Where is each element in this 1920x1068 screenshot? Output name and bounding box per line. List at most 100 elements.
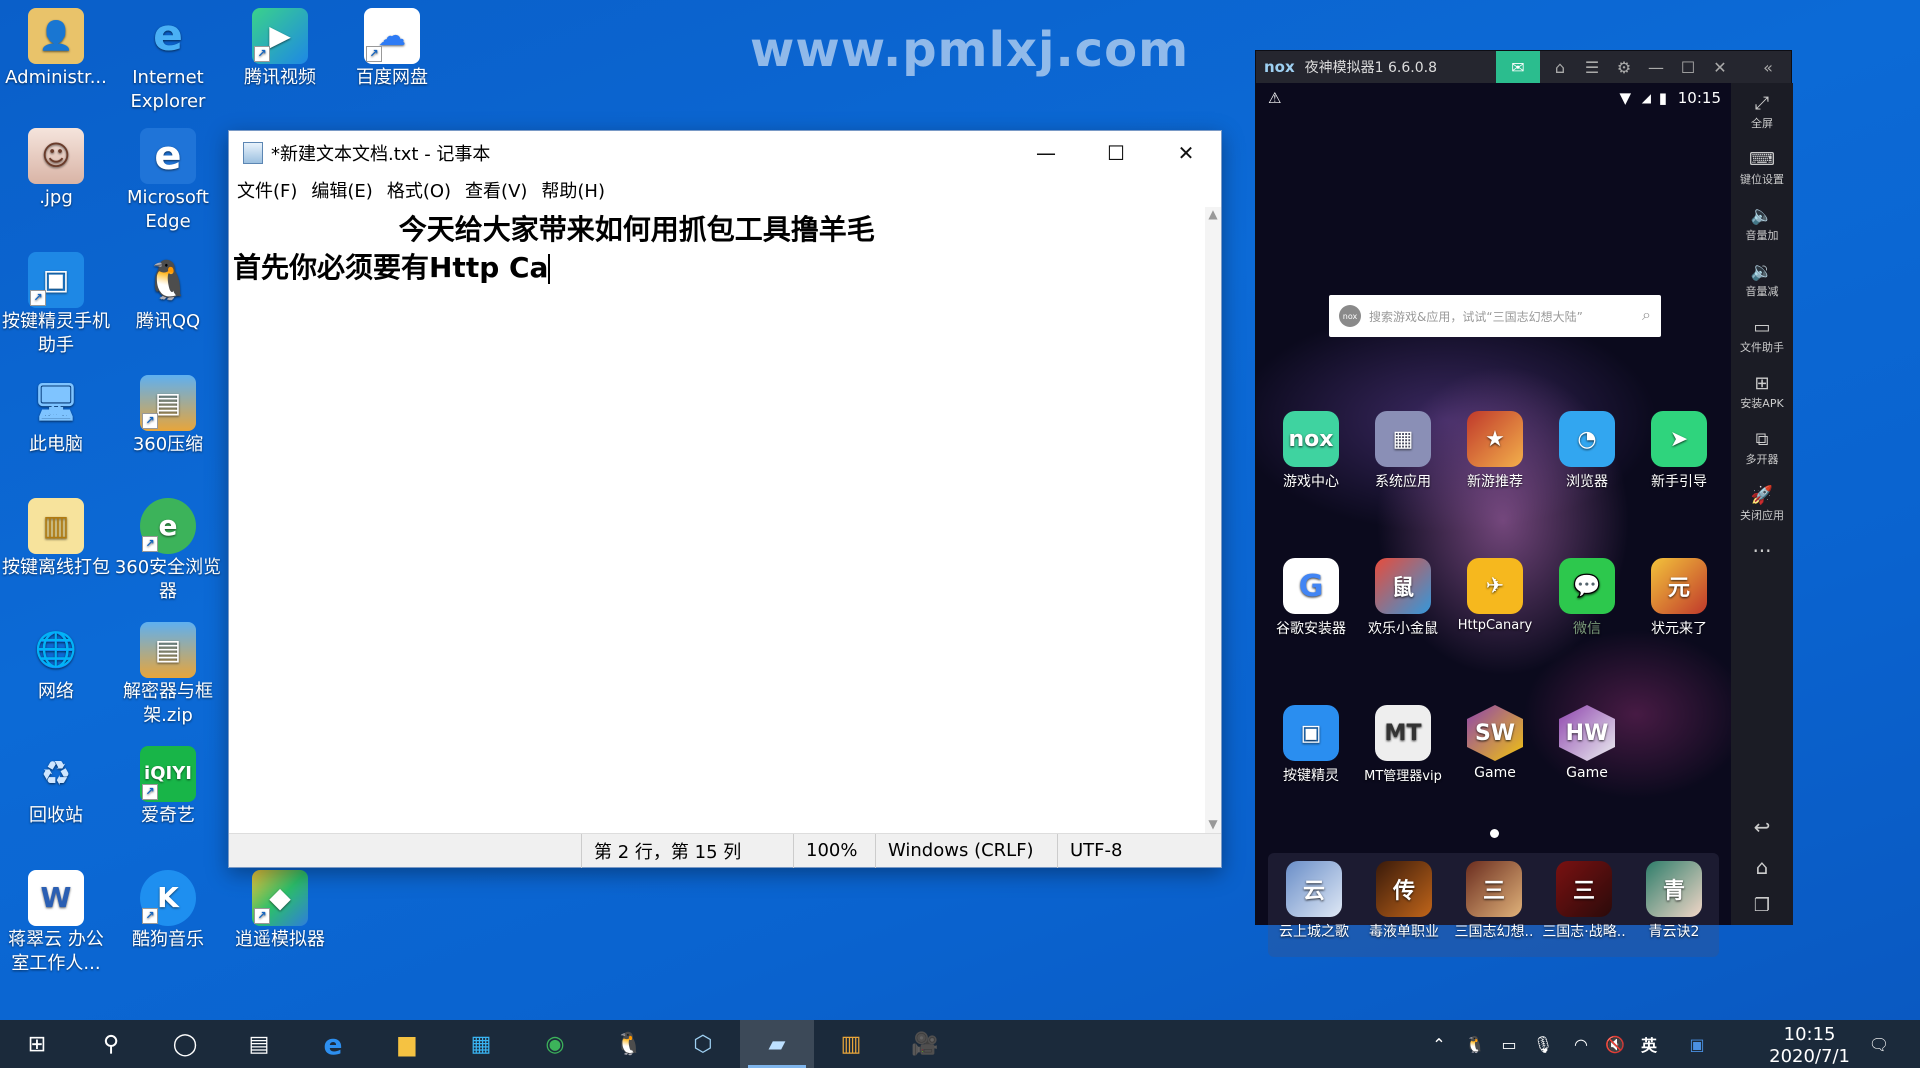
desktop-icon-kugou[interactable]: K ↗ 酷狗音乐 (112, 870, 224, 952)
qq-taskbar-icon[interactable]: 🐧 (592, 1020, 666, 1068)
nox-home-icon[interactable]: ⌂ (1544, 51, 1576, 83)
search-icon[interactable]: ⌕ (1642, 305, 1651, 325)
archive-taskbar-icon[interactable]: ▥ (814, 1020, 888, 1068)
nox-maximize-button[interactable]: ☐ (1672, 51, 1704, 83)
search-icon[interactable]: ⚲ (74, 1020, 148, 1068)
desktop-icon-memu[interactable]: ◆ ↗ 逍遥模拟器 (224, 870, 336, 952)
scroll-up-icon[interactable]: ▲ (1205, 207, 1221, 221)
side-close-app[interactable]: 🚀 关闭应用 (1731, 485, 1793, 523)
app-zhuangyuan[interactable]: 元 状元来了 (1633, 558, 1725, 638)
desktop-icon-tencent-video[interactable]: ▶ ↗ 腾讯视频 (224, 8, 336, 90)
dock-app-sanguo-huanxiang[interactable]: 三 三国志幻想.. (1448, 861, 1540, 941)
app-httpcanary[interactable]: ✈ HttpCanary (1449, 558, 1541, 633)
app-new-games[interactable]: ★ 新游推荐 (1449, 411, 1541, 491)
app-system-apps[interactable]: ▦ 系统应用 (1357, 411, 1449, 491)
file-explorer-icon[interactable]: ▆ (370, 1020, 444, 1068)
tray-mic-icon[interactable]: 🎙 (1528, 1020, 1558, 1068)
side-keymap[interactable]: ⌨ 键位设置 (1731, 149, 1793, 187)
tray-battery-icon[interactable]: ▭ (1494, 1020, 1524, 1068)
nox-menu-icon[interactable]: ☰ (1576, 51, 1608, 83)
edge-taskbar-icon[interactable]: e (296, 1020, 370, 1068)
menu-help[interactable]: 帮助(H) (541, 177, 605, 203)
desktop-icon-360browser[interactable]: e ↗ 360安全浏览器 (112, 498, 224, 604)
desktop-icon-zip[interactable]: ▤ 解密器与框架.zip (112, 622, 224, 728)
app-anjian[interactable]: ▣ 按键精灵 (1265, 705, 1357, 785)
app-golden-mouse[interactable]: 鼠 欢乐小金鼠 (1357, 558, 1449, 638)
dock-app-duye[interactable]: 传 毒液单职业 (1358, 861, 1450, 941)
desktop-icon-administrator[interactable]: 👤 Administr... (0, 8, 112, 90)
app-mt-manager[interactable]: MT MT管理器vip (1357, 705, 1449, 784)
menu-view[interactable]: 查看(V) (465, 177, 527, 203)
desktop-icon-ie[interactable]: e Internet Explorer (112, 8, 224, 114)
store-icon[interactable]: ▦ (444, 1020, 518, 1068)
close-button[interactable]: ✕ (1151, 131, 1221, 175)
nox-settings-icon[interactable]: ⚙ (1608, 51, 1640, 83)
nox-taskbar-icon[interactable]: ⬡ (666, 1020, 740, 1068)
app-beginner-guide[interactable]: ➤ 新手引导 (1633, 411, 1725, 491)
tray-wifi-icon[interactable]: ◠ (1566, 1020, 1596, 1068)
nox-close-button[interactable]: ✕ (1704, 51, 1736, 83)
notepad-titlebar[interactable]: *新建文本文档.txt - 记事本 — ☐ ✕ (229, 131, 1221, 175)
taskbar-clock[interactable]: 10:15 2020/7/1 (1769, 1024, 1850, 1068)
nox-mail-icon[interactable]: ✉ (1496, 51, 1540, 83)
desktop-icon-baidu[interactable]: ☁ ↗ 百度网盘 (336, 8, 448, 90)
side-file-helper[interactable]: ▭ 文件助手 (1731, 317, 1793, 355)
app-wechat[interactable]: 💬 微信 (1541, 558, 1633, 638)
desktop-icon-edge[interactable]: e Microsoft Edge (112, 128, 224, 234)
dock-app-sanguo-zhanlue[interactable]: 三 三国志·战略.. (1538, 861, 1630, 941)
camera-taskbar-icon[interactable]: 🎥 (888, 1020, 962, 1068)
360-browser-taskbar-icon[interactable]: ◉ (518, 1020, 592, 1068)
side-multi-instance[interactable]: ⧉ 多开器 (1731, 429, 1793, 467)
side-install-apk[interactable]: ⊞ 安装APK (1731, 373, 1793, 411)
nox-minimize-button[interactable]: — (1640, 51, 1672, 83)
desktop-icon-iqiyi[interactable]: iQIYI ↗ 爱奇艺 (112, 746, 224, 828)
notepad-taskbar-icon[interactable]: ▰ (740, 1020, 814, 1068)
desktop-icon-anjian-phone[interactable]: ▣ ↗ 按键精灵手机助手 (0, 252, 112, 358)
menu-file[interactable]: 文件(F) (237, 177, 297, 203)
side-volume-down[interactable]: 🔉 音量减 (1731, 261, 1793, 299)
memu-emulator-icon: ◆ ↗ (252, 870, 308, 926)
app-search-bar[interactable]: nox 搜索游戏&应用，试试“三国志幻想大陆” ⌕ (1329, 295, 1661, 337)
dock-app-yunshangcheng[interactable]: 云 云上城之歌 (1268, 861, 1360, 941)
desktop-icon-recycle-bin[interactable]: ♻ 回收站 (0, 746, 112, 828)
dock-app-qingyunjue[interactable]: 青 青云诀2 (1628, 861, 1720, 941)
back-icon[interactable]: ↩ (1731, 815, 1793, 839)
notification-center-icon[interactable]: 🗨 (1854, 1020, 1904, 1068)
app-game-center[interactable]: nox 游戏中心 (1265, 411, 1357, 491)
app-game-hw[interactable]: HW Game (1541, 705, 1633, 781)
desktop-icon-jpg[interactable]: ☺ .jpg (0, 128, 112, 210)
nox-titlebar[interactable]: nox 夜神模拟器1 6.6.0.8 ✉ ⌂ ☰ ⚙ — ☐ ✕ « (1256, 51, 1791, 83)
recent-apps-icon[interactable]: ❐ (1731, 895, 1793, 916)
app-google-installer[interactable]: G 谷歌安装器 (1265, 558, 1357, 638)
start-windows-icon[interactable]: ⊞ (0, 1020, 74, 1068)
home-icon[interactable]: ⌂ (1731, 855, 1793, 879)
desktop-icon-360zip[interactable]: ▤ ↗ 360压缩 (112, 375, 224, 457)
desktop-icon-anjian-package[interactable]: ▥ 按键离线打包 (0, 498, 112, 580)
tray-volume-muted-icon[interactable]: 🔇 (1600, 1020, 1630, 1068)
maximize-button[interactable]: ☐ (1081, 131, 1151, 175)
desktop-icon-this-pc[interactable]: 🖥 此电脑 (0, 375, 112, 457)
nox-collapse-icon[interactable]: « (1752, 51, 1784, 83)
vertical-scrollbar[interactable]: ▲ ▼ (1205, 207, 1221, 833)
signal-icon: ◢ (1641, 91, 1651, 105)
menu-format[interactable]: 格式(O) (387, 177, 451, 203)
scroll-down-icon[interactable]: ▼ (1205, 817, 1221, 831)
tray-user-icon[interactable]: ▣ (1682, 1020, 1712, 1068)
minimize-button[interactable]: — (1011, 131, 1081, 175)
desktop-icon-qq[interactable]: 🐧 腾讯QQ (112, 252, 224, 334)
app-game-sw[interactable]: SW Game (1449, 705, 1541, 781)
task-view-icon[interactable]: ▤ (222, 1020, 296, 1068)
android-screen[interactable]: ⚠ ▼ ◢ ▮ 10:15 nox 搜索游戏&应用，试试“三国志幻想大陆” ⌕ … (1256, 83, 1731, 957)
cortana-icon[interactable]: ◯ (148, 1020, 222, 1068)
side-volume-up[interactable]: 🔈 音量加 (1731, 205, 1793, 243)
side-fullscreen[interactable]: ⤢ 全屏 (1731, 93, 1793, 131)
desktop-icon-network[interactable]: 🌐 网络 (0, 622, 112, 704)
desktop-icon-word-doc[interactable]: W 蒋翠云 办公室工作人... (0, 870, 112, 976)
tray-chevron-up-icon[interactable]: ⌃ (1424, 1020, 1454, 1068)
app-browser[interactable]: ◔ 浏览器 (1541, 411, 1633, 491)
notepad-text-area[interactable]: 今天给大家带来如何用抓包工具撸羊毛 首先你必须要有Http Ca (229, 207, 1205, 833)
menu-edit[interactable]: 编辑(E) (311, 177, 372, 203)
tray-qq-icon[interactable]: 🐧 (1460, 1020, 1490, 1068)
tray-ime-indicator[interactable]: 英 (1634, 1020, 1664, 1068)
side-more-icon[interactable]: ··· (1731, 539, 1793, 563)
